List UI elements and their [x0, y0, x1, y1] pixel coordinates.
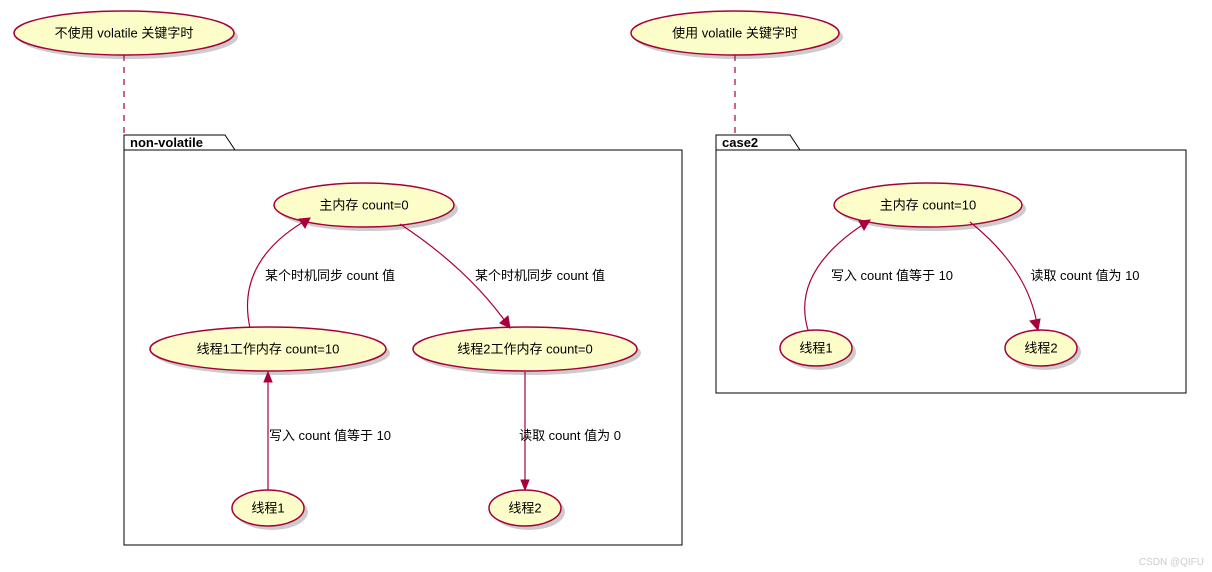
thread1-left-label: 线程1	[251, 500, 284, 515]
edge-sync1-label: 某个时机同步 count 值	[265, 268, 395, 283]
thread2-right-label: 线程2	[1024, 340, 1057, 355]
edge-read-right-label: 读取 count 值为 10	[1030, 268, 1139, 283]
tab-right-label: case2	[722, 135, 758, 150]
diagram-canvas: 不使用 volatile 关键字时 non-volatile 主内存 count…	[0, 0, 1212, 572]
mainmem-right-label: 主内存 count=10	[880, 197, 976, 212]
thread1-right-label: 线程1	[799, 340, 832, 355]
edge-sync2-label: 某个时机同步 count 值	[475, 268, 605, 283]
title-left-label: 不使用 volatile 关键字时	[55, 25, 194, 40]
tab-left-label: non-volatile	[130, 135, 203, 150]
edge-read-left-label: 读取 count 值为 0	[519, 428, 621, 443]
edge-write-left-label: 写入 count 值等于 10	[269, 428, 391, 443]
thread1mem-left-label: 线程1工作内存 count=10	[197, 341, 340, 356]
thread2-left-label: 线程2	[508, 500, 541, 515]
watermark: CSDN @QIFU	[1139, 557, 1204, 568]
edge-write-right-label: 写入 count 值等于 10	[831, 268, 953, 283]
title-right-label: 使用 volatile 关键字时	[672, 25, 798, 40]
thread2mem-left-label: 线程2工作内存 count=0	[457, 341, 592, 356]
mainmem-left-label: 主内存 count=0	[319, 197, 408, 212]
